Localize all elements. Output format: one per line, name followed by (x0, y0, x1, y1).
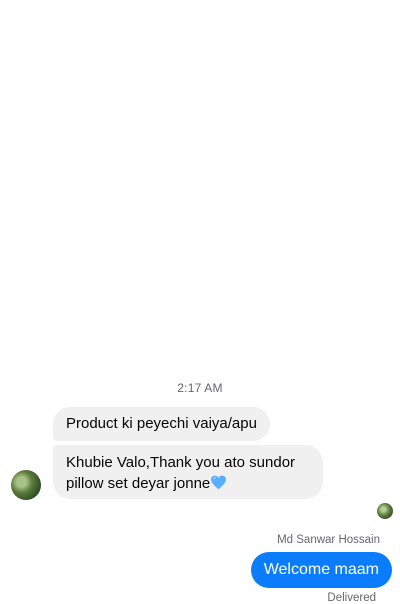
message-text: Product ki peyechi vaiya/apu (66, 415, 257, 432)
blue-heart-icon (211, 475, 227, 490)
message-text: Khubie Valo,Thank you ato sundor pillow … (66, 454, 296, 492)
outgoing-message-bubble[interactable]: Welcome maam (250, 552, 392, 588)
incoming-message-bubble[interactable]: Khubie Valo,Thank you ato sundor pillow … (53, 445, 323, 499)
sender-name: Md Sanwar Hossain (277, 534, 380, 546)
incoming-message-bubble[interactable]: Product ki peyechi vaiya/apu (53, 407, 270, 441)
sender-avatar[interactable] (11, 470, 41, 500)
message-text: Welcome maam (263, 561, 379, 578)
delivery-status: Delivered (327, 592, 376, 604)
chat-thread: 2:17 AM Product ki peyechi vaiya/apu Khu… (0, 0, 400, 604)
message-timestamp: 2:17 AM (177, 381, 223, 395)
read-receipt-avatar (377, 503, 393, 519)
